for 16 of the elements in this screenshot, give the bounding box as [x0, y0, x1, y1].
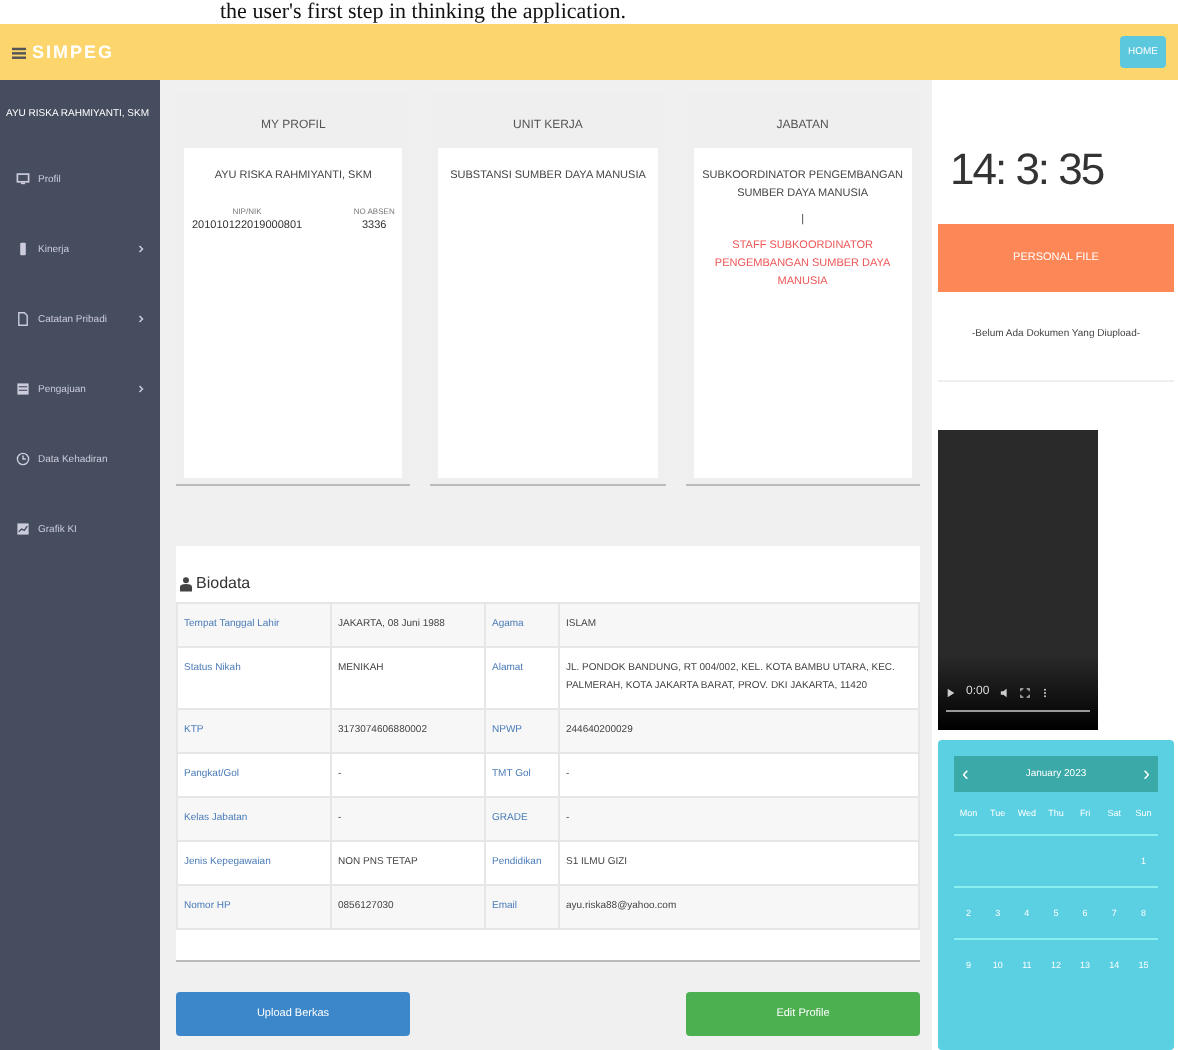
app-logo-text: SIMPEG	[32, 42, 117, 62]
previous-button[interactable]: ‹	[962, 763, 969, 785]
fullscreen-icon[interactable]	[1019, 687, 1030, 697]
caption-text: the user's first step in thinking the application.	[218, 0, 629, 24]
file-icon	[16, 312, 30, 326]
list-icon	[16, 382, 30, 396]
menu-icon[interactable]	[12, 45, 26, 59]
chart-icon	[16, 522, 30, 536]
play-icon[interactable]	[946, 687, 956, 697]
next-button[interactable]: ›	[1143, 763, 1150, 785]
clock-text: 14: 3: 35	[948, 142, 1106, 198]
biodata-title: Biodata	[196, 574, 251, 592]
monitor-icon	[16, 172, 30, 186]
clock-icon	[16, 452, 30, 466]
volume-icon[interactable]	[999, 687, 1010, 697]
user-icon	[180, 575, 192, 591]
